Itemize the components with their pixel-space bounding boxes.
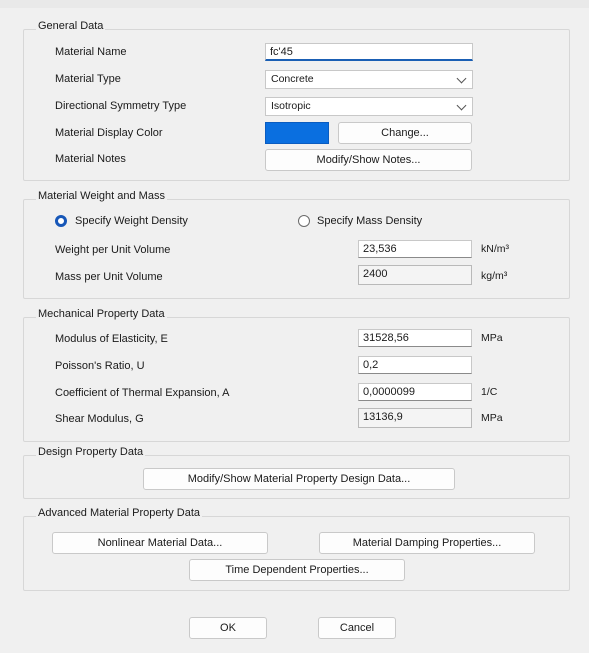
display-color-label: Material Display Color [55,127,163,139]
chevron-down-icon [456,100,467,111]
material-notes-label: Material Notes [55,153,126,165]
mass-unit: kg/m³ [481,270,508,282]
weight-density-radio[interactable] [55,215,67,227]
shear-modulus-label: Shear Modulus, G [55,413,144,425]
weight-density-label: Specify Weight Density [75,215,188,227]
design-property-title: Design Property Data [36,446,146,458]
material-type-label: Material Type [55,73,121,85]
poisson-ratio-label: Poisson's Ratio, U [55,360,145,372]
symmetry-type-select[interactable]: Isotropic [265,97,473,116]
thermal-expansion-label: Coefficient of Thermal Expansion, A [55,387,230,399]
ok-button[interactable]: OK [189,617,267,639]
modulus-elasticity-input[interactable]: 31528,56 [358,329,472,347]
weight-mass-title: Material Weight and Mass [36,190,167,202]
general-data-title: General Data [36,20,106,32]
title-bar-strip [0,0,589,8]
nonlinear-data-button[interactable]: Nonlinear Material Data... [52,532,268,554]
mass-per-volume-input[interactable]: 2400 [358,265,472,285]
shear-modulus-input[interactable]: 13136,9 [358,408,472,428]
modulus-elasticity-unit: MPa [481,332,503,344]
display-color-swatch[interactable] [265,122,329,144]
poisson-ratio-input[interactable]: 0,2 [358,356,472,374]
symmetry-type-value: Isotropic [271,100,311,112]
mass-per-volume-label: Mass per Unit Volume [55,271,163,283]
material-type-value: Concrete [271,73,314,85]
thermal-expansion-unit: 1/C [481,386,498,398]
material-type-select[interactable]: Concrete [265,70,473,89]
material-name-input[interactable]: fc'45 [265,43,473,61]
design-data-button[interactable]: Modify/Show Material Property Design Dat… [143,468,455,490]
weight-per-volume-input[interactable]: 23,536 [358,240,472,258]
material-property-dialog: General Data Material Name fc'45 Materia… [0,0,589,653]
weight-per-volume-label: Weight per Unit Volume [55,244,171,256]
mass-density-radio[interactable] [298,215,310,227]
thermal-expansion-input[interactable]: 0,0000099 [358,383,472,401]
material-name-label: Material Name [55,46,127,58]
advanced-property-title: Advanced Material Property Data [36,507,203,519]
shear-modulus-unit: MPa [481,412,503,424]
damping-properties-button[interactable]: Material Damping Properties... [319,532,535,554]
cancel-button[interactable]: Cancel [318,617,396,639]
modulus-elasticity-label: Modulus of Elasticity, E [55,333,168,345]
mechanical-property-title: Mechanical Property Data [36,308,167,320]
symmetry-type-label: Directional Symmetry Type [55,100,187,112]
weight-unit: kN/m³ [481,243,509,255]
change-color-button[interactable]: Change... [338,122,472,144]
mass-density-label: Specify Mass Density [317,215,423,227]
modify-notes-button[interactable]: Modify/Show Notes... [265,149,472,171]
chevron-down-icon [456,73,467,84]
time-dependent-button[interactable]: Time Dependent Properties... [189,559,405,581]
